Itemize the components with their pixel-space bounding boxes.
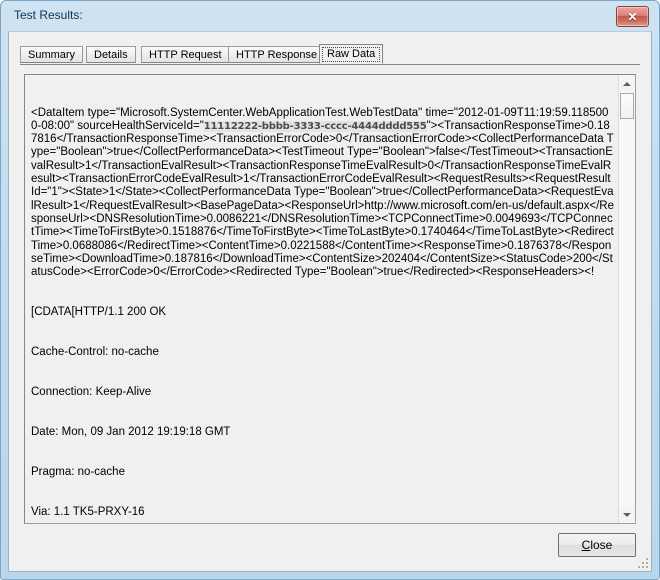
close-button-label: Close [582,538,613,552]
chevron-up-icon [623,81,631,86]
tab-label: Summary [28,49,76,61]
test-results-window: Test Results: ✕ Summary Details HTTP Req… [0,0,660,580]
raw-data-content[interactable]: <DataItem type="Microsoft.SystemCenter.W… [25,75,618,523]
window-close-button[interactable]: ✕ [616,6,649,27]
source-health-service-id: 11112222-bbbb-3333-cccc-4444dddd555 [203,120,427,132]
title-bar[interactable]: Test Results: ✕ [8,2,654,31]
http-header-line: Date: Mon, 09 Jan 2012 19:19:18 GMT [31,425,231,438]
resize-grip[interactable] [636,556,648,568]
client-area: Summary Details HTTP Request HTTP Respon… [8,31,652,572]
close-button-text: lose [590,538,613,552]
close-icon: ✕ [627,9,638,24]
window-title: Test Results: [14,8,83,22]
scrollbar-track[interactable] [619,92,635,506]
tab-raw-data[interactable]: Raw Data [319,44,384,64]
raw-data-xml: <DataItem type="Microsoft.SystemCenter.W… [31,107,614,280]
tab-label: Raw Data [327,48,376,60]
window-inner: Test Results: ✕ Summary Details HTTP Req… [8,2,654,574]
scroll-up-button[interactable] [619,75,635,92]
tab-label: Details [94,49,128,61]
tab-summary[interactable]: Summary [20,46,84,63]
tab-http-response[interactable]: HTTP Response [228,46,326,63]
raw-data-textbox[interactable]: <DataItem type="Microsoft.SystemCenter.W… [24,74,636,524]
tab-label: HTTP Response [236,49,318,61]
http-header-line: Connection: Keep-Alive [31,385,152,398]
close-button[interactable]: Close [558,533,636,557]
http-status-line: [CDATA[HTTP/1.1 200 OK [31,306,167,319]
xml-segment-2: "><TransactionResponseTime>0.187816</Tra… [31,119,614,279]
http-header-line: Pragma: no-cache [31,465,125,478]
http-header-line: Cache-Control: no-cache [31,345,159,358]
scroll-down-button[interactable] [619,506,635,523]
tab-label: HTTP Request [149,49,222,61]
tab-page-divider [20,64,640,66]
tab-details[interactable]: Details [86,46,136,63]
chevron-down-icon [623,512,631,517]
scrollbar-thumb[interactable] [620,93,634,119]
tab-http-request[interactable]: HTTP Request [141,46,230,63]
vertical-scrollbar[interactable] [618,75,635,523]
http-header-line: Via: 1.1 TK5-PRXY-16 [31,505,145,518]
tab-strip: Summary Details HTTP Request HTTP Respon… [20,44,640,65]
